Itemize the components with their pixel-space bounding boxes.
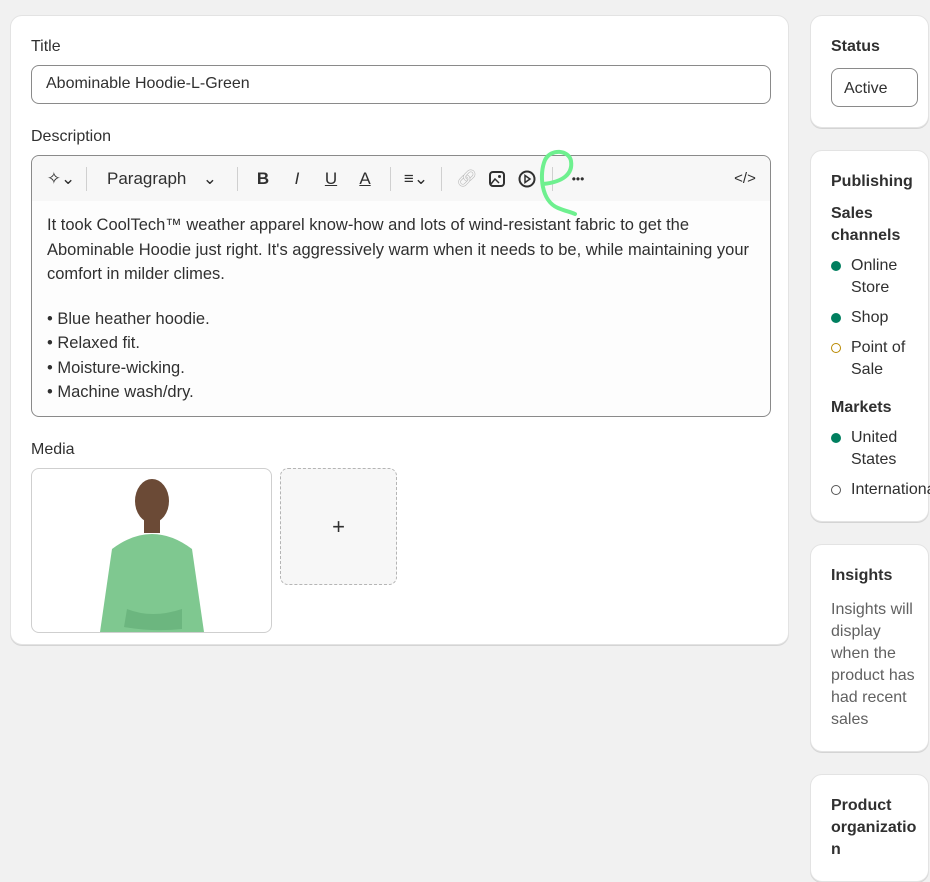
divider [237,166,238,191]
active-dot-icon [831,313,841,323]
description-editor[interactable]: ✧⌄ Paragraph ⌄ B I U A ≡⌄ 🔗︎ ••• </> It t… [31,155,771,417]
title-input[interactable]: Abominable Hoodie-L-Green [31,65,771,104]
format-value: Paragraph [107,168,187,188]
publishing-card: Publishing Sales channels Online Store S… [810,150,930,522]
insights-card: Insights Insights will display when the … [810,544,929,752]
product-main-card: Title Abominable Hoodie-L-Green Descript… [10,15,789,645]
divider [86,166,87,191]
channel-row: Online Store [831,255,918,299]
active-dot-icon [831,261,841,271]
inactive-dot-icon [831,485,841,495]
bullet-item: • Machine wash/dry. [47,383,194,401]
status-label: Status [831,38,880,55]
channel-pos: Point of Sale [851,339,906,378]
editor-toolbar: ✧⌄ Paragraph ⌄ B I U A ≡⌄ 🔗︎ ••• </> [32,156,770,201]
italic-button[interactable]: I [282,164,312,194]
insights-text: Insights will display when the product h… [831,599,918,731]
market-us: United States [851,429,898,468]
bold-button[interactable]: B [248,164,278,194]
channel-online-store: Online Store [851,257,898,296]
image-icon[interactable] [482,164,512,194]
channel-row: Shop [831,307,918,329]
code-view-button[interactable]: </> [730,164,760,194]
insights-text-1: Insights will display when the product h… [831,601,915,684]
status-card: Status Active [810,15,929,128]
bullet-item: • Relaxed fit. [47,334,140,352]
market-row: International [831,479,930,501]
insights-label: Insights [831,567,893,584]
channel-shop: Shop [851,309,889,326]
insights-text-2: had recent sales [831,689,907,728]
bullet-item: • Moisture-wicking. [47,358,185,377]
market-row: United States [831,427,918,471]
format-select[interactable]: Paragraph ⌄ [97,164,227,194]
active-dot-icon [831,433,841,443]
pending-dot-icon [831,343,841,353]
description-label: Description [31,128,112,145]
divider [390,166,391,191]
status-select[interactable]: Active [831,68,918,107]
market-international: International [851,481,930,498]
annotation-scribble-icon [539,149,577,216]
title-label: Title [31,38,61,55]
align-icon[interactable]: ≡⌄ [401,164,431,194]
editor-content[interactable]: It took CoolTech™ weather apparel know-h… [32,201,770,417]
markets-label: Markets [831,399,892,416]
link-icon[interactable]: 🔗︎ [452,164,482,194]
product-image[interactable] [31,468,272,633]
chevron-down-icon: ⌄ [202,168,217,188]
divider [441,166,442,191]
organization-card: Product organization [810,774,929,882]
bullet-item: • Blue heather hoodie. [47,309,210,328]
ai-magic-icon[interactable]: ✧⌄ [46,164,76,194]
publishing-label: Publishing [831,173,913,190]
sidebar-column: Status Active Publishing Sales channels … [810,15,930,882]
organization-label: Product organization [831,797,917,858]
underline-button[interactable]: U [316,164,346,194]
add-media-button[interactable]: + [280,468,397,585]
media-label: Media [31,441,75,458]
channel-row: Point of Sale [831,337,918,381]
description-paragraph: It took CoolTech™ weather apparel know-h… [47,216,750,283]
text-color-button[interactable]: A [350,164,380,194]
sales-channels-label: Sales channels [831,205,901,244]
